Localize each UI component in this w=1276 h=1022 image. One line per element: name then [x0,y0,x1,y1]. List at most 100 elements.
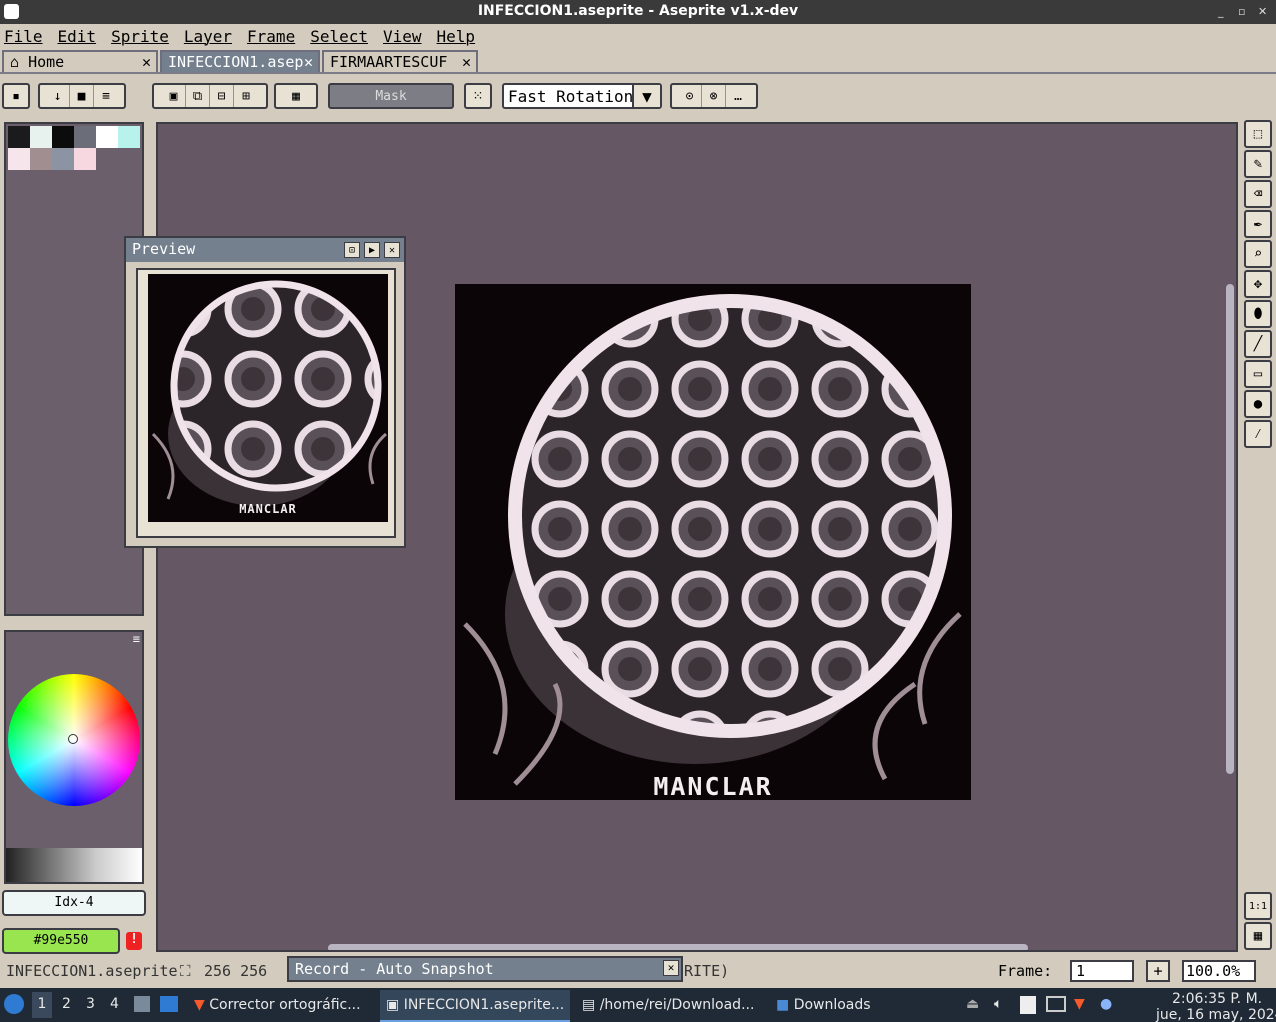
tab-home-close-icon[interactable]: ✕ [142,53,151,71]
record-close-icon[interactable]: ✕ [663,960,679,976]
add-selection-icon[interactable]: ⧉ [186,85,210,107]
timeline-icon[interactable]: ▦ [1244,922,1272,950]
add-frame-button[interactable]: + [1146,960,1170,982]
rectangle-icon[interactable]: ▭ [1244,360,1272,388]
horizontal-scrollbar[interactable] [328,944,1028,950]
minimize-button[interactable]: _ [1218,5,1224,18]
status-size: 256 256 [204,962,268,980]
replace-selection-icon[interactable]: ▣ [162,85,186,107]
menu-select[interactable]: Select [310,27,368,46]
preview-window[interactable]: Preview ⊡ ▶ ✕ MANCLAR [124,236,406,548]
clipboard-icon[interactable] [1020,996,1036,1014]
menu-sprite[interactable]: Sprite [111,27,169,46]
mask-color-button[interactable]: Mask [328,83,454,109]
palette-swatch[interactable] [8,148,30,170]
taskbar-item-browser[interactable]: ▼ Corrector ortográfic... [188,990,372,1022]
warning-icon[interactable]: ! [126,932,142,950]
workspace-2[interactable]: 2 [62,996,71,1012]
file-manager-launcher-icon[interactable] [134,996,150,1012]
zoom-100-icon[interactable]: 1:1 [1244,892,1272,920]
pivot-icon: ▦ [292,88,300,104]
color-index-field[interactable]: Idx-4 [2,890,146,916]
menu-view[interactable]: View [383,27,422,46]
menu-file[interactable]: File [4,27,43,46]
intersect-selection-icon[interactable]: ⊞ [234,85,258,107]
start-menu-icon[interactable] [4,994,24,1014]
subtract-selection-icon[interactable]: ⊟ [210,85,234,107]
desktop-launcher-icon[interactable] [160,996,178,1012]
eyedropper-icon[interactable]: ✒ [1244,210,1272,238]
chevron-down-icon[interactable]: ▼ [632,85,660,107]
marquee-icon[interactable]: ⬚ [1244,120,1272,148]
terminal-icon: ▤ [582,997,596,1013]
stop-icon[interactable]: ■ [70,85,94,107]
panel-menu-icon[interactable]: ≡ [133,632,140,646]
display-icon[interactable] [1046,996,1066,1012]
palette-swatch[interactable] [52,126,74,148]
palette-swatch[interactable] [8,126,30,148]
color-wheel[interactable] [8,674,140,806]
palette-swatch[interactable] [74,148,96,170]
rotation-algorithm-select[interactable]: Fast Rotation ▼ [502,83,662,109]
tab-infeccion-close-icon[interactable]: ✕ [304,53,313,71]
tab-firma-close-icon[interactable]: ✕ [462,53,471,71]
menu-bar: File Edit Sprite Layer Frame Select View… [0,24,1276,48]
eraser-icon[interactable]: ⌫ [1244,180,1272,208]
shade-bar[interactable] [6,848,142,882]
close-window-button[interactable]: ✕ [1258,5,1267,18]
maximize-button[interactable]: ▫ [1238,5,1245,18]
menu-edit[interactable]: Edit [58,27,97,46]
preview-close-icon[interactable]: ✕ [384,242,400,258]
menu-help[interactable]: Help [437,27,476,46]
pivot-options-icon[interactable]: ⊙ [678,85,702,107]
pencil-icon[interactable]: ✎ [1244,150,1272,178]
volume-icon[interactable]: 🔈︎ [994,996,1002,1012]
zoom-input[interactable]: 100.0% [1182,960,1256,982]
more-icon[interactable]: … [726,85,750,107]
mask-label: Mask [375,88,407,104]
preview-center-icon[interactable]: ⊡ [344,242,360,258]
brave-tray-icon[interactable]: ▼ [1074,996,1085,1012]
hex-color-field[interactable]: #99e550 [2,928,120,954]
pixel-perfect-button[interactable]: ▦ [274,83,318,109]
palette-swatch[interactable] [52,148,74,170]
menu-frame[interactable]: Frame [247,27,295,46]
preview-options-icon[interactable]: ⊗ [702,85,726,107]
palette-swatch[interactable] [96,126,118,148]
blur-icon[interactable]: ⁄ [1244,420,1272,448]
palette-swatch[interactable] [118,126,140,148]
taskbar-item-aseprite[interactable]: ▣ INFECCION1.aseprite... [380,990,570,1022]
taskbar-item-terminal[interactable]: ▤ /home/rei/Download... [576,990,766,1022]
tab-home[interactable]: ⌂ Home ✕ [2,50,158,72]
frame-input[interactable]: 1 [1070,960,1134,982]
palette-swatch[interactable] [30,126,52,148]
palette-swatch[interactable] [30,148,52,170]
taskbar-item-downloads[interactable]: ■ Downloads [770,990,890,1022]
workspace-3[interactable]: 3 [86,996,95,1012]
options-menu-icon[interactable]: ≡ [94,85,118,107]
tab-firma[interactable]: FIRMAARTESCUF ✕ [322,50,478,72]
move-icon[interactable]: ✥ [1244,270,1272,298]
sprite-artwork[interactable]: MANCLAR [455,284,971,800]
ellipse-icon[interactable]: ● [1244,390,1272,418]
color-wheel-panel: ≡ [4,630,144,884]
workspace-1[interactable]: 1 [32,992,52,1018]
canvas-size-icon: ⛶ [180,962,191,980]
title-bar: INFECCION1.aseprite - Aseprite v1.x-dev … [0,0,1276,24]
drop-pixels-icon[interactable]: ↓ [46,85,70,107]
menu-layer[interactable]: Layer [184,27,232,46]
preview-title-bar[interactable]: Preview [126,238,404,262]
palette-swatch[interactable] [74,126,96,148]
workspace-4[interactable]: 4 [110,996,119,1012]
line-icon[interactable]: ╱ [1244,330,1272,358]
upload-tray-icon[interactable]: ⏏ [966,996,979,1012]
vertical-scrollbar[interactable] [1226,284,1234,774]
paint-bucket-icon[interactable]: ⬮ [1244,300,1272,328]
preview-play-icon[interactable]: ▶ [364,242,380,258]
record-panel[interactable]: Record - Auto Snapshot ✕ [287,956,683,982]
grid-toggle-button[interactable]: ⁙ [464,83,492,109]
notification-icon[interactable]: ● [1100,996,1112,1012]
zoom-icon[interactable]: ⌕ [1244,240,1272,268]
tab-infeccion[interactable]: INFECCION1.asep ✕ [160,50,320,72]
lock-button[interactable]: ▪ [2,83,30,109]
